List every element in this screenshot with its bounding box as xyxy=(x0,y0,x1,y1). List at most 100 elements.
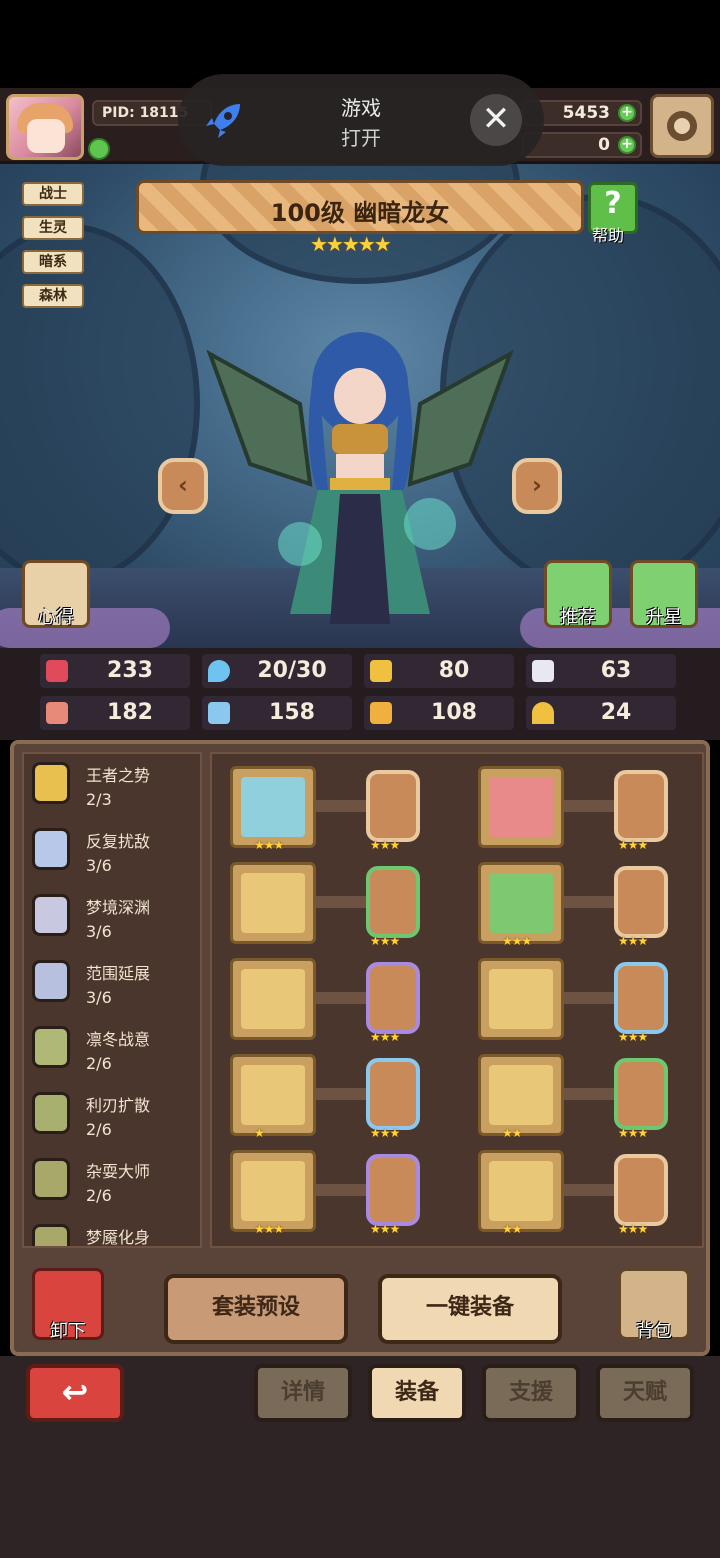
rune-slot[interactable] xyxy=(614,962,668,1034)
hero-stars: ★★★★★ xyxy=(310,232,392,256)
add-gold-button[interactable]: + xyxy=(618,104,636,122)
set-preset-button[interactable]: 套装预设 xyxy=(164,1274,348,1344)
hat-icon xyxy=(489,777,553,837)
slot-connector xyxy=(564,800,614,812)
set-item[interactable]: 杂耍大师 2/6 xyxy=(24,1150,200,1216)
equip-stars: ★★★ xyxy=(254,838,284,852)
tab-equipment[interactable]: 装备 xyxy=(368,1364,466,1422)
set-progress: 2/6 xyxy=(86,1054,112,1073)
settings-button[interactable] xyxy=(650,94,714,158)
stat-defense: 80 xyxy=(364,654,514,688)
close-button[interactable]: ✕ xyxy=(470,94,522,146)
bag-label: 背包 xyxy=(636,1321,672,1342)
gold-amount: 5453 xyxy=(562,103,610,123)
question-icon: ? xyxy=(604,186,622,221)
prev-hero-button[interactable]: ‹ xyxy=(158,458,208,514)
hero-name: 100级 幽暗龙女 xyxy=(270,199,450,227)
slot-connector xyxy=(316,1184,366,1196)
stats-panel: 233 20/30 80 63 182 158 108 24 xyxy=(0,648,720,740)
set-item[interactable]: 范围延展 3/6 xyxy=(24,952,200,1018)
stat-resist: 108 xyxy=(364,696,514,730)
belt-icon xyxy=(241,1161,305,1221)
next-hero-button[interactable]: › xyxy=(512,458,562,514)
equip-slot-wings[interactable] xyxy=(230,1054,316,1136)
equip-slot-belt[interactable] xyxy=(230,1150,316,1232)
star-up-label: 升星 xyxy=(646,607,682,628)
rune-slot[interactable] xyxy=(366,1154,420,1226)
range-set-icon xyxy=(32,960,70,1002)
slot-connector xyxy=(316,1088,366,1100)
slot-connector xyxy=(316,800,366,812)
equipment-grid: ★★★ ★★★ ★★★ ★★★ ★★★ ★★★ ★★★ ★★★ ★ ★★★ ★★ ★★★ ★★★ ★★★ ★… xyxy=(210,752,704,1248)
tab-talent[interactable]: 天赋 xyxy=(596,1364,694,1422)
equip-slot-ring[interactable] xyxy=(478,1054,564,1136)
set-name: 梦魇化身 xyxy=(86,1228,151,1247)
slot-connector xyxy=(316,992,366,1004)
notes-button[interactable]: 心得 xyxy=(22,560,90,628)
equip-slot-hat[interactable] xyxy=(478,766,564,848)
stat-value: 233 xyxy=(107,658,153,683)
set-item[interactable]: 王者之势 2/3 xyxy=(24,754,200,820)
juggler-set-icon xyxy=(32,1158,70,1200)
recommend-label: 推荐 xyxy=(560,607,596,628)
stat-health: 233 xyxy=(40,654,190,688)
set-bonus-list[interactable]: 王者之势 2/3 反复扰敌 3/6 梦境深渊 3/6 范围延展 3/6 凛冬战意… xyxy=(22,752,202,1248)
back-button[interactable]: ↩ xyxy=(26,1364,124,1422)
equip-slot-necklace[interactable] xyxy=(230,958,316,1040)
recommend-button[interactable]: 推荐 xyxy=(544,560,612,628)
rune-slot[interactable] xyxy=(366,962,420,1034)
rune-slot[interactable] xyxy=(614,770,668,842)
rune-stars: ★★★ xyxy=(618,1222,648,1236)
add-gem-button[interactable]: + xyxy=(618,136,636,154)
set-item[interactable]: 反复扰敌 3/6 xyxy=(24,820,200,886)
equip-all-button[interactable]: 一键装备 xyxy=(378,1274,562,1344)
action-row: 卸下 套装预设 一键装备 背包 xyxy=(14,1256,706,1352)
rune-stars: ★★★ xyxy=(370,934,400,948)
equip-stars: ★ xyxy=(254,1126,265,1140)
tag-element: 暗系 xyxy=(22,250,84,274)
stat-value: 24 xyxy=(600,700,632,725)
game-popup[interactable]: 游戏 打开 ✕ xyxy=(178,74,544,166)
boots-icon xyxy=(489,1161,553,1221)
equip-slot-sword[interactable] xyxy=(230,766,316,848)
unequip-button[interactable]: 卸下 xyxy=(32,1268,104,1342)
set-item[interactable]: 利刃扩散 2/6 xyxy=(24,1084,200,1150)
star-up-button[interactable]: 升星 xyxy=(630,560,698,628)
equip-stars: ★★★ xyxy=(254,1222,284,1236)
rune-stars: ★★★ xyxy=(370,838,400,852)
tab-details[interactable]: 详情 xyxy=(254,1364,352,1422)
rune-stars: ★★★ xyxy=(370,1126,400,1140)
rune-slot[interactable] xyxy=(614,1154,668,1226)
set-item[interactable]: 凛冬战意 2/6 xyxy=(24,1018,200,1084)
bag-button[interactable]: 背包 xyxy=(618,1268,690,1342)
equip-slot-shield[interactable] xyxy=(230,862,316,944)
set-name: 王者之势 xyxy=(86,766,151,785)
equip-slot-armor[interactable] xyxy=(478,958,564,1040)
armor-icon xyxy=(489,969,553,1029)
rune-stars: ★★★ xyxy=(370,1030,400,1044)
rune-slot[interactable] xyxy=(366,866,420,938)
water-drop-icon xyxy=(208,660,230,682)
hero-sprite xyxy=(206,332,514,624)
set-item[interactable]: 梦境深渊 3/6 xyxy=(24,886,200,952)
green-gem-icon[interactable] xyxy=(88,138,110,160)
stat-value: 158 xyxy=(269,700,315,725)
rune-slot[interactable] xyxy=(614,866,668,938)
rune-stars: ★★★ xyxy=(618,838,648,852)
ghost-set-icon xyxy=(32,894,70,936)
player-avatar[interactable] xyxy=(6,94,84,160)
equip-slot-cloak[interactable] xyxy=(478,862,564,944)
rune-stars: ★★★ xyxy=(618,934,648,948)
help-label: 帮助 xyxy=(592,226,625,245)
shield-icon xyxy=(370,660,392,682)
stat-value: 80 xyxy=(438,658,470,683)
rune-slot[interactable] xyxy=(614,1058,668,1130)
tab-support[interactable]: 支援 xyxy=(482,1364,580,1422)
set-progress: 2/6 xyxy=(86,1186,112,1205)
rune-slot[interactable] xyxy=(366,1058,420,1130)
equip-slot-boots[interactable] xyxy=(478,1150,564,1232)
set-item[interactable]: 梦魇化身 xyxy=(24,1216,200,1247)
rune-slot[interactable] xyxy=(366,770,420,842)
stat-speed: 63 xyxy=(526,654,676,688)
set-progress: 2/6 xyxy=(86,1120,112,1139)
